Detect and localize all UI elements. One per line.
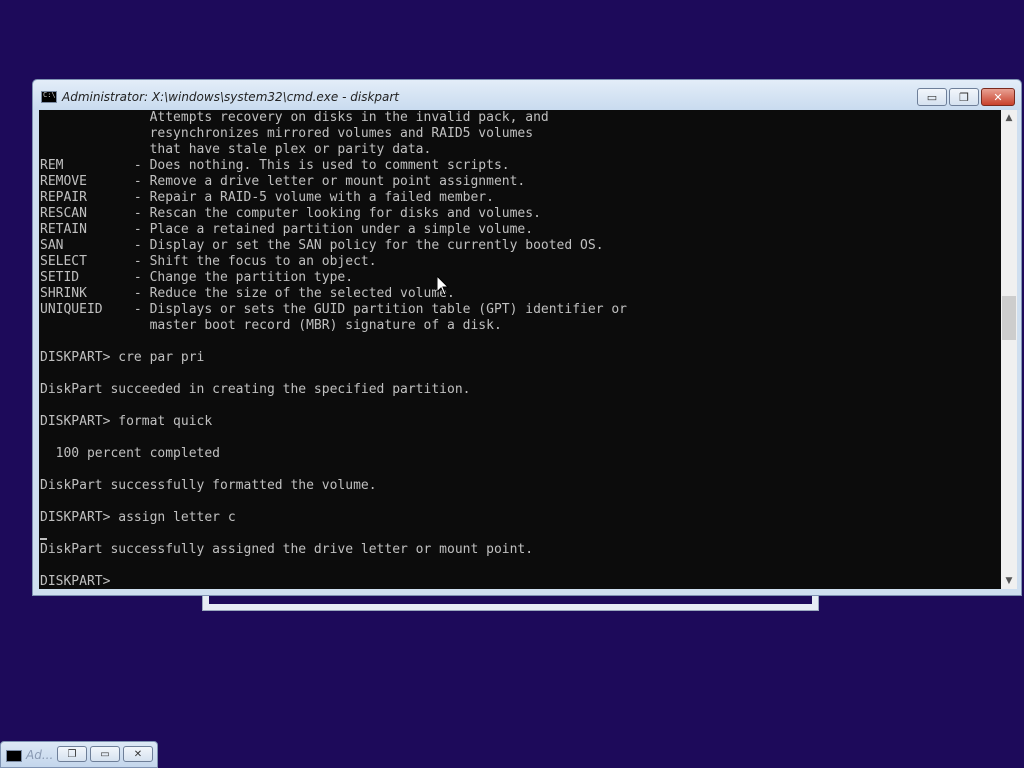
maximize-icon: ❐ — [959, 90, 969, 104]
console-line: that have stale plex or parity data. — [149, 142, 432, 157]
title-bar[interactable]: Administrator: X:\windows\system32\cmd.e… — [33, 80, 1021, 110]
console-line: SHRINK - Reduce the size of the selected… — [40, 286, 455, 301]
console-line: RETAIN - Place a retained partition unde… — [40, 222, 534, 237]
close-button[interactable]: ✕ — [981, 88, 1015, 106]
close-button[interactable]: ✕ — [123, 746, 153, 762]
cmd-icon[interactable] — [41, 91, 57, 103]
console-text: Attempts recovery on disks in the invali… — [39, 110, 627, 589]
console-line: DiskPart succeeded in creating the speci… — [40, 382, 471, 397]
minimize-button[interactable]: ▭ — [917, 88, 947, 106]
vertical-scrollbar[interactable]: ▲ ▼ — [1001, 110, 1017, 589]
scroll-thumb[interactable] — [1002, 296, 1016, 340]
console-line: Attempts recovery on disks in the invali… — [149, 110, 549, 125]
console-line: UNIQUEID - Displays or sets the GUID par… — [40, 302, 627, 317]
console-line: DISKPART> cre par pri — [40, 350, 205, 365]
command-prompt-window[interactable]: Administrator: X:\windows\system32\cmd.e… — [32, 79, 1022, 596]
console-line: DISKPART> format quick — [40, 414, 213, 429]
console-line: DiskPart successfully formatted the volu… — [40, 478, 377, 493]
console-line: SELECT - Shift the focus to an object. — [40, 254, 377, 269]
restore-button[interactable]: ❐ — [57, 746, 87, 762]
maximize-button[interactable]: ❐ — [949, 88, 979, 106]
maximize-icon: ▭ — [100, 748, 110, 760]
console-line: REMOVE - Remove a drive letter or mount … — [40, 174, 526, 189]
maximize-button[interactable]: ▭ — [90, 746, 120, 762]
window-controls: ▭ ❐ ✕ — [917, 88, 1015, 106]
cmd-icon — [6, 750, 22, 762]
minimized-window-label: Ad... — [26, 748, 54, 762]
minimized-cmd-window[interactable]: Ad... ❐ ▭ ✕ — [0, 741, 158, 768]
close-icon: ✕ — [993, 90, 1003, 104]
console-line: RESCAN - Rescan the computer looking for… — [40, 206, 541, 221]
text-cursor — [40, 538, 47, 540]
window-title: Administrator: X:\windows\system32\cmd.e… — [62, 90, 400, 104]
console-line: SETID - Change the partition type. — [40, 270, 354, 285]
console-output[interactable]: Attempts recovery on disks in the invali… — [39, 110, 1001, 589]
minimized-window-controls: ❐ ▭ ✕ — [57, 746, 153, 762]
console-line: REM - Does nothing. This is used to comm… — [40, 158, 510, 173]
close-icon: ✕ — [133, 748, 143, 760]
console-line: 100 percent completed — [55, 446, 221, 461]
console-line: DISKPART> — [40, 574, 111, 589]
restore-icon: ❐ — [67, 748, 77, 760]
chevron-up-icon: ▲ — [1005, 113, 1013, 123]
desktop: Administrator: X:\windows\system32\cmd.e… — [0, 0, 1024, 768]
minimize-icon: ▭ — [926, 90, 938, 104]
console-line: master boot record (MBR) signature of a … — [149, 318, 502, 333]
console-line: SAN - Display or set the SAN policy for … — [40, 238, 604, 253]
chevron-down-icon: ▼ — [1005, 576, 1013, 586]
scroll-down-button[interactable]: ▼ — [1001, 573, 1017, 589]
console-line: DISKPART> assign letter c — [40, 510, 236, 525]
console-line: REPAIR - Repair a RAID-5 volume with a f… — [40, 190, 494, 205]
console-line: resynchronizes mirrored volumes and RAID… — [149, 126, 534, 141]
scroll-up-button[interactable]: ▲ — [1001, 110, 1017, 126]
console-line: DiskPart successfully assigned the drive… — [40, 542, 534, 557]
